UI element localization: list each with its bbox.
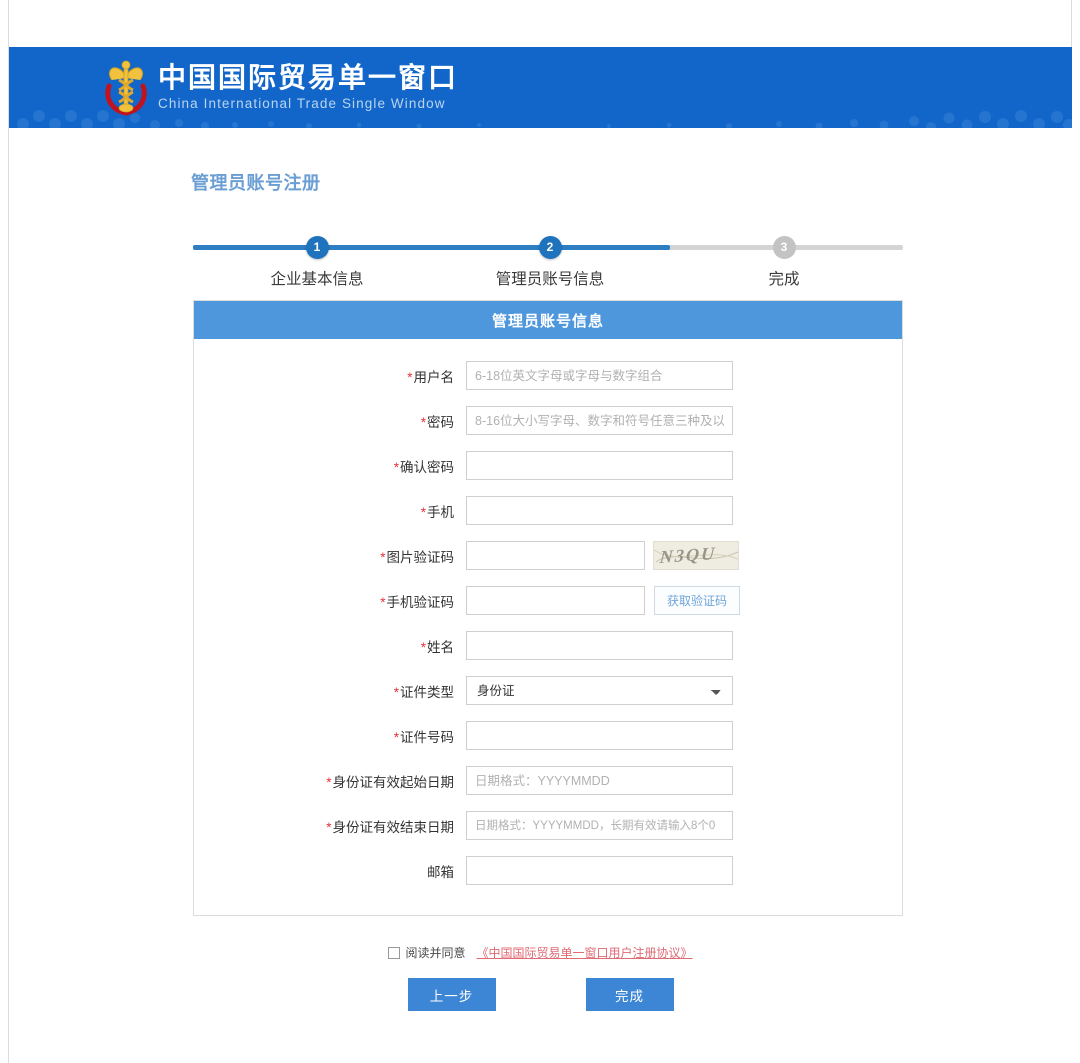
field-row-id-start-date: *身份证有效起始日期 — [194, 766, 902, 795]
email-input[interactable] — [466, 856, 733, 885]
required-marker: * — [407, 369, 413, 385]
label-mobile: *手机 — [420, 504, 454, 520]
step-2[interactable]: 2 管理员账号信息 — [475, 236, 625, 289]
field-row-image-captcha: *图片验证码 N3QU — [194, 541, 902, 570]
id-end-date-input[interactable] — [466, 811, 733, 840]
page-content: 管理员账号注册 1 企业基本信息 2 管理员账号信息 3 完成 管理员账号信息 … — [9, 128, 1072, 1063]
field-row-username: *用户名 — [194, 361, 902, 390]
id-start-date-input[interactable] — [466, 766, 733, 795]
field-row-confirm-password: *确认密码 — [194, 451, 902, 480]
control-id-start-date — [466, 766, 733, 795]
agreement-checkbox[interactable] — [388, 946, 401, 959]
required-marker: * — [380, 594, 386, 610]
admin-account-panel: 管理员账号信息 *用户名 *密码 *确认密码 — [193, 300, 903, 916]
field-row-sms-code: *手机验证码 获取验证码 — [194, 586, 902, 615]
required-marker: * — [393, 729, 399, 745]
label-username: *用户名 — [407, 369, 454, 385]
required-marker: * — [326, 819, 332, 835]
control-confirm-password — [466, 451, 733, 480]
form-action-buttons: 上一步 完成 — [9, 978, 1072, 1011]
field-row-password: *密码 — [194, 406, 902, 435]
field-row-id-type: *证件类型 身份证 — [194, 676, 902, 705]
confirm-password-input[interactable] — [466, 451, 733, 480]
label-realname: *姓名 — [420, 639, 454, 655]
step-3-circle: 3 — [772, 236, 796, 259]
label-password: *密码 — [420, 414, 454, 430]
agreement-inner: 阅读并同意 《中国国际贸易单一窗口用户注册协议》 — [388, 944, 693, 961]
required-marker: * — [326, 774, 332, 790]
field-row-email: 邮箱 — [194, 856, 902, 885]
username-input[interactable] — [466, 361, 733, 390]
required-marker: * — [420, 504, 426, 520]
panel-body: *用户名 *密码 *确认密码 *手机 — [194, 339, 902, 915]
label-email: 邮箱 — [427, 864, 454, 880]
label-id-type: *证件类型 — [393, 684, 454, 700]
captcha-code-text: N3QU — [659, 543, 717, 567]
required-marker: * — [393, 684, 399, 700]
sms-code-input[interactable] — [466, 586, 645, 615]
agreement-text: 阅读并同意 — [405, 946, 466, 960]
id-type-select[interactable]: 身份证 — [466, 676, 733, 705]
password-input[interactable] — [466, 406, 733, 435]
field-row-id-end-date: *身份证有效结束日期 — [194, 811, 902, 840]
caduceus-emblem-icon — [103, 56, 149, 118]
step-3-label: 完成 — [768, 271, 800, 288]
get-sms-code-button[interactable]: 获取验证码 — [654, 586, 740, 615]
step-3[interactable]: 3 完成 — [709, 236, 859, 289]
page-title: 管理员账号注册 — [191, 173, 321, 193]
field-row-id-number: *证件号码 — [194, 721, 902, 750]
image-captcha-input[interactable] — [466, 541, 645, 570]
site-banner: 中国国际贸易单一窗口 China International Trade Sin… — [9, 47, 1072, 128]
agreement-link[interactable]: 《中国国际贸易单一窗口用户注册协议》 — [477, 944, 693, 961]
registration-stepper: 1 企业基本信息 2 管理员账号信息 3 完成 — [193, 236, 903, 292]
label-sms-code: *手机验证码 — [380, 594, 454, 610]
step-1-circle: 1 — [305, 236, 329, 259]
label-image-captcha: *图片验证码 — [380, 549, 454, 565]
step-1-label: 企业基本信息 — [270, 271, 364, 288]
field-row-realname: *姓名 — [194, 631, 902, 660]
control-email — [466, 856, 733, 885]
control-password — [466, 406, 733, 435]
brand-title-cn: 中国国际贸易单一窗口 — [158, 62, 459, 93]
required-marker: * — [380, 549, 386, 565]
required-marker: * — [393, 459, 399, 475]
control-realname — [466, 631, 733, 660]
mobile-input[interactable] — [466, 496, 733, 525]
step-2-label: 管理员账号信息 — [495, 271, 605, 288]
label-id-end-date: *身份证有效结束日期 — [326, 819, 454, 835]
field-row-mobile: *手机 — [194, 496, 902, 525]
control-id-type: 身份证 — [466, 676, 733, 705]
required-marker: * — [420, 639, 426, 655]
panel-heading: 管理员账号信息 — [194, 301, 902, 339]
agreement-row: 阅读并同意 《中国国际贸易单一窗口用户注册协议》 — [9, 944, 1072, 962]
control-id-number — [466, 721, 733, 750]
captcha-image[interactable]: N3QU — [653, 541, 739, 570]
brand-block: 中国国际贸易单一窗口 China International Trade Sin… — [103, 56, 458, 118]
label-id-number: *证件号码 — [393, 729, 454, 745]
submit-button[interactable]: 完成 — [585, 978, 674, 1011]
brand-title-en: China International Trade Single Window — [158, 96, 446, 111]
step-2-circle: 2 — [538, 236, 562, 259]
label-id-start-date: *身份证有效起始日期 — [326, 774, 454, 790]
control-image-captcha: N3QU — [466, 541, 739, 570]
control-mobile — [466, 496, 733, 525]
step-1[interactable]: 1 企业基本信息 — [242, 236, 392, 289]
control-username — [466, 361, 733, 390]
control-sms-code: 获取验证码 — [466, 586, 740, 615]
realname-input[interactable] — [466, 631, 733, 660]
id-number-input[interactable] — [466, 721, 733, 750]
previous-step-button[interactable]: 上一步 — [407, 978, 496, 1011]
required-marker: * — [420, 414, 426, 430]
label-confirm-password: *确认密码 — [393, 459, 454, 475]
control-id-end-date — [466, 811, 733, 840]
